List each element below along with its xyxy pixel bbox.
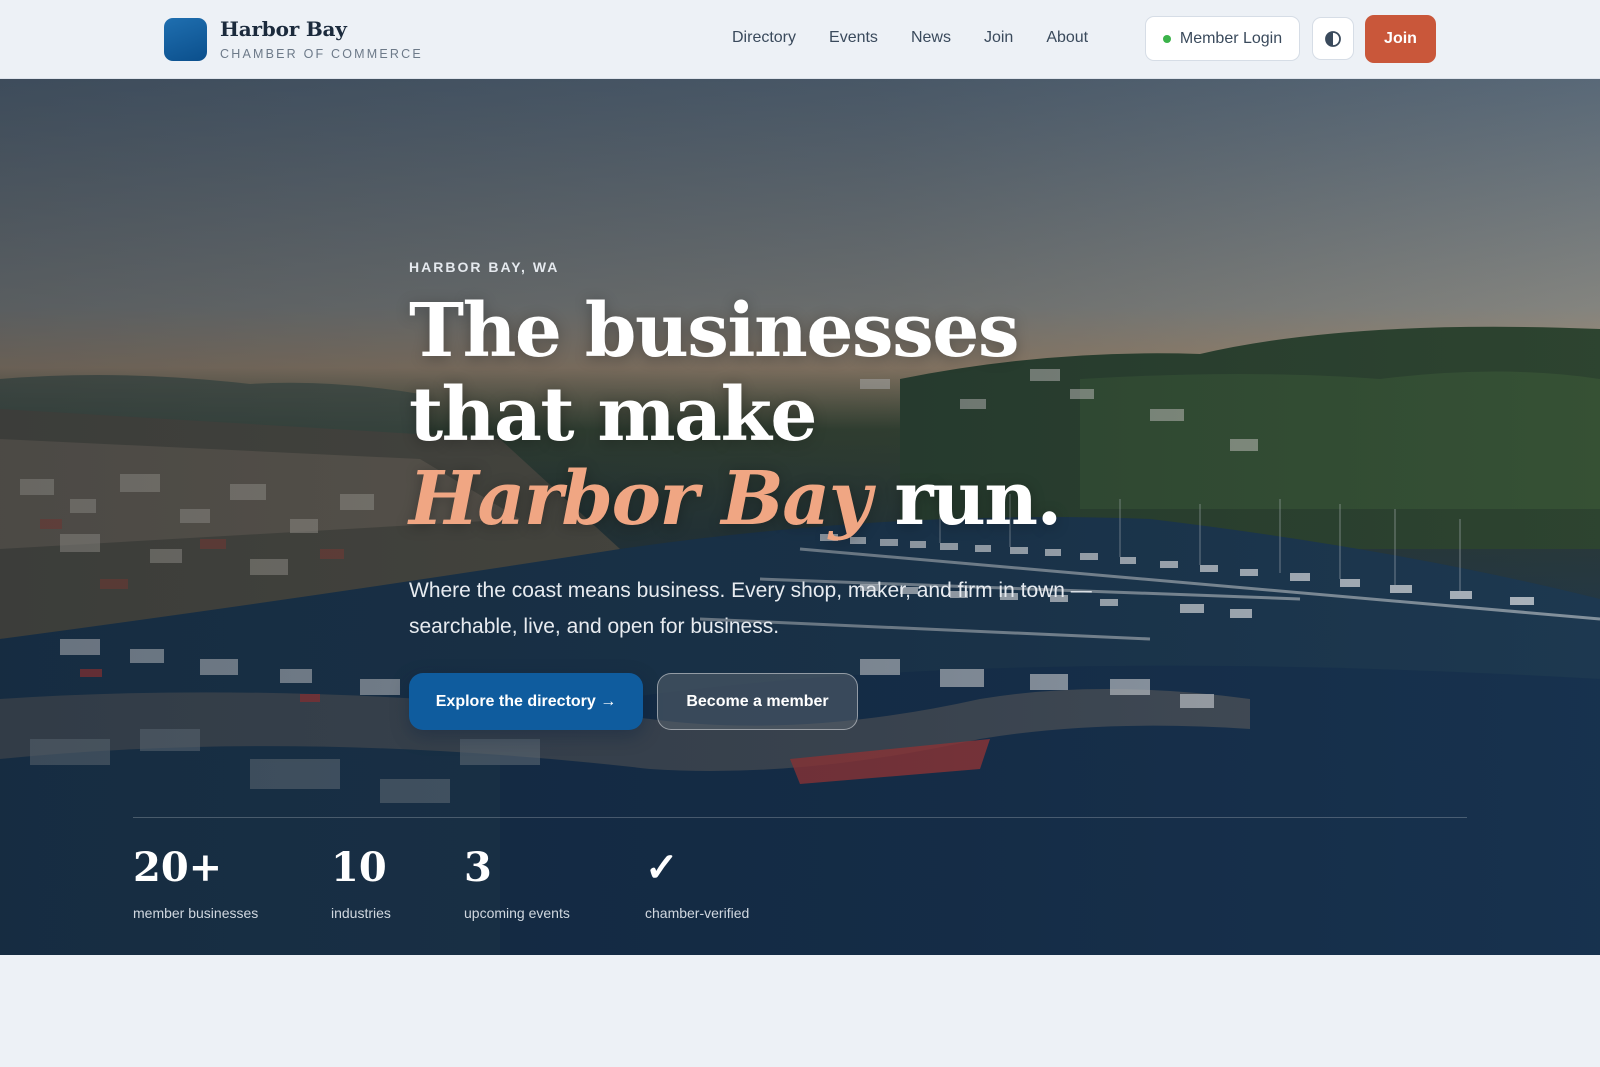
nav-link-events[interactable]: Events	[829, 28, 878, 48]
stat-label: member businesses	[133, 905, 259, 921]
nav-link-directory[interactable]: Directory	[732, 28, 796, 48]
stat-upcoming-events: 3 upcoming events	[464, 844, 570, 922]
member-login-label: Member Login	[1179, 29, 1283, 47]
main-nav: Directory Events News Join About	[732, 28, 1121, 48]
stat-member-businesses: 20+ member businesses	[133, 844, 259, 922]
nav-link-news[interactable]: News	[911, 28, 951, 48]
brand-subtitle: CHAMBER OF COMMERCE	[220, 47, 423, 61]
member-login-button[interactable]: Member Login	[1145, 16, 1300, 61]
stat-chamber-verified: ✓ chamber-verified	[645, 844, 750, 922]
stat-value: 20+	[133, 844, 223, 891]
stat-label: upcoming events	[464, 905, 570, 921]
stats-divider	[133, 817, 1467, 818]
stat-label: industries	[331, 905, 391, 921]
online-status-dot-icon	[1162, 34, 1171, 43]
hero-eyebrow: HARBOR BAY, WA	[409, 259, 560, 275]
site-header: Harbor Bay CHAMBER OF COMMERCE Directory…	[0, 0, 1600, 79]
stat-value: 10	[331, 844, 387, 891]
theme-toggle-button[interactable]	[1312, 17, 1354, 60]
stat-label: chamber-verified	[645, 905, 750, 921]
explore-directory-button[interactable]: Explore the directory →	[409, 673, 643, 730]
checkmark-icon: ✓	[645, 844, 679, 891]
headline-tail: run.	[870, 456, 1062, 542]
hero-section: HARBOR BAY, WA The businesses that make …	[0, 79, 1600, 955]
brand-text: Harbor Bay CHAMBER OF COMMERCE	[220, 17, 423, 61]
headline-line-2: that make	[409, 372, 817, 458]
stat-value: 3	[464, 844, 492, 891]
brand-mark-icon	[164, 17, 207, 61]
brand-logo[interactable]: Harbor Bay CHAMBER OF COMMERCE	[164, 17, 423, 61]
nav-link-about[interactable]: About	[1046, 28, 1088, 48]
brand-name: Harbor Bay	[220, 17, 347, 41]
join-button[interactable]: Join	[1365, 15, 1436, 63]
stat-industries: 10 industries	[331, 844, 391, 922]
become-member-button[interactable]: Become a member	[657, 673, 858, 730]
hero-headline: The businesses that make Harbor Bay run.	[409, 288, 1062, 542]
hero-lede: Where the coast means business. Every sh…	[409, 579, 1092, 638]
headline-line-1: The businesses	[409, 288, 1019, 374]
nav-link-join[interactable]: Join	[984, 28, 1013, 48]
headline-accent: Harbor Bay	[409, 456, 872, 542]
contrast-icon	[1325, 30, 1341, 47]
